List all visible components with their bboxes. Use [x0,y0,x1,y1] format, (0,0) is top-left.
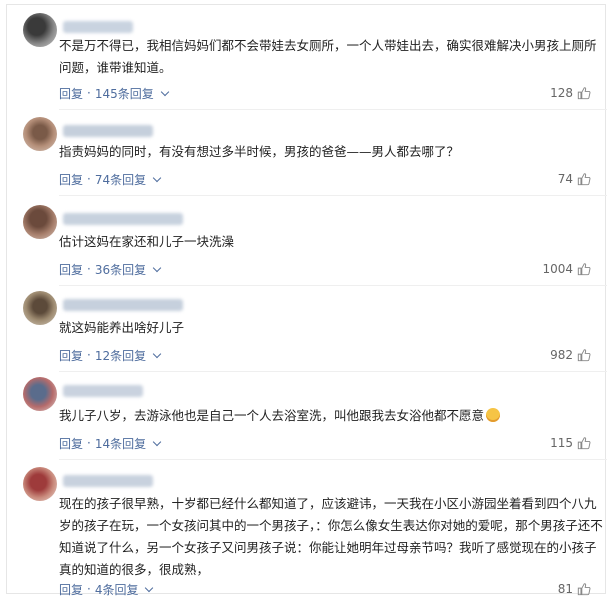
chevron-down-icon[interactable] [152,437,162,446]
chevron-down-icon[interactable] [145,583,154,592]
thumbs-up-icon[interactable] [577,262,591,276]
like-button[interactable]: 982 [550,347,591,363]
view-replies-link[interactable]: 4条回复 [95,581,139,598]
reply-button[interactable]: 回复 [59,261,83,278]
avatar[interactable] [23,377,57,411]
reply-button[interactable]: 回复 [59,581,83,598]
like-count: 74 [557,172,573,186]
view-replies-link[interactable]: 74条回复 [95,171,146,188]
like-button[interactable]: 74 [558,171,591,187]
chevron-down-icon[interactable] [152,263,162,272]
like-button[interactable]: 115 [550,435,591,451]
avatar[interactable] [23,117,57,151]
username-blurred[interactable] [63,125,153,137]
thumbs-up-icon[interactable] [577,348,591,362]
view-replies-link[interactable]: 145条回复 [95,85,154,102]
laughing-emoji-icon [486,408,501,422]
thumbs-up-icon[interactable] [577,172,591,186]
view-replies-link[interactable]: 12条回复 [95,347,146,364]
separator: · [87,86,91,100]
divider [59,285,607,286]
divider [59,109,607,110]
comment-actions: 回复 · 14条回复 [59,435,162,452]
comment-actions: 回复 · 4条回复 [59,581,154,598]
view-replies-link[interactable]: 14条回复 [95,435,146,452]
comment-actions: 回复 · 145条回复 [59,85,169,102]
reply-button[interactable]: 回复 [59,347,83,364]
reply-button[interactable]: 回复 [59,435,83,452]
reply-button[interactable]: 回复 [59,85,83,102]
chevron-down-icon[interactable] [152,349,162,358]
avatar[interactable] [23,291,57,325]
comment-text: 指责妈妈的同时，有没有想过多半时候，男孩的爸爸——男人都去哪了？ [59,144,460,159]
like-count: 81 [557,582,573,596]
separator: · [87,582,91,596]
divider [59,195,607,196]
username-blurred[interactable] [63,475,153,487]
comment-list: 不是万不得已，我相信妈妈们都不会带娃去女厕所，一个人带娃出去，确实很难解决小男孩… [6,4,607,598]
comment-actions: 回复 · 36条回复 [59,261,162,278]
comment-text: 不是万不得已，我相信妈妈们都不会带娃去女厕所，一个人带娃出去，确实很难解决小男孩… [59,38,597,75]
like-count: 982 [550,348,573,362]
comment-text-content: 我儿子八岁，去游泳他也是自己一个人去浴室洗，叫他跟我去女浴他都不愿意 [59,408,485,423]
like-count: 1004 [542,262,573,276]
like-count: 115 [550,436,573,450]
username-blurred[interactable] [63,299,183,311]
username-blurred[interactable] [63,213,183,225]
thumbs-up-icon[interactable] [577,436,591,450]
username-blurred[interactable] [63,21,133,33]
comment-text: 我儿子八岁，去游泳他也是自己一个人去浴室洗，叫他跟我去女浴他都不愿意 [59,405,607,427]
comment-text: 估计这妈在家还和儿子一块洗澡 [59,234,235,249]
chevron-down-icon[interactable] [160,87,169,96]
divider [59,459,607,460]
comment-text: 就这妈能养出啥好儿子 [59,320,185,335]
separator: · [87,172,91,186]
avatar[interactable] [23,205,57,239]
avatar[interactable] [23,13,57,47]
like-button[interactable]: 81 [558,581,591,597]
comment-text: 现在的孩子很早熟，十岁都已经什么都知道了，应该避讳，一天我在小区小游园坐着看到四… [59,496,603,577]
like-count: 128 [550,86,573,100]
chevron-down-icon[interactable] [152,173,162,182]
like-button[interactable]: 1004 [542,261,591,277]
comment-actions: 回复 · 74条回复 [59,171,162,188]
thumbs-up-icon[interactable] [577,582,591,596]
comment-actions: 回复 · 12条回复 [59,347,162,364]
separator: · [87,348,91,362]
like-button[interactable]: 128 [550,85,591,101]
reply-button[interactable]: 回复 [59,171,83,188]
view-replies-link[interactable]: 36条回复 [95,261,146,278]
avatar[interactable] [23,467,57,501]
thumbs-up-icon[interactable] [577,86,591,100]
separator: · [87,262,91,276]
username-blurred[interactable] [63,385,143,397]
divider [59,371,607,372]
separator: · [87,436,91,450]
